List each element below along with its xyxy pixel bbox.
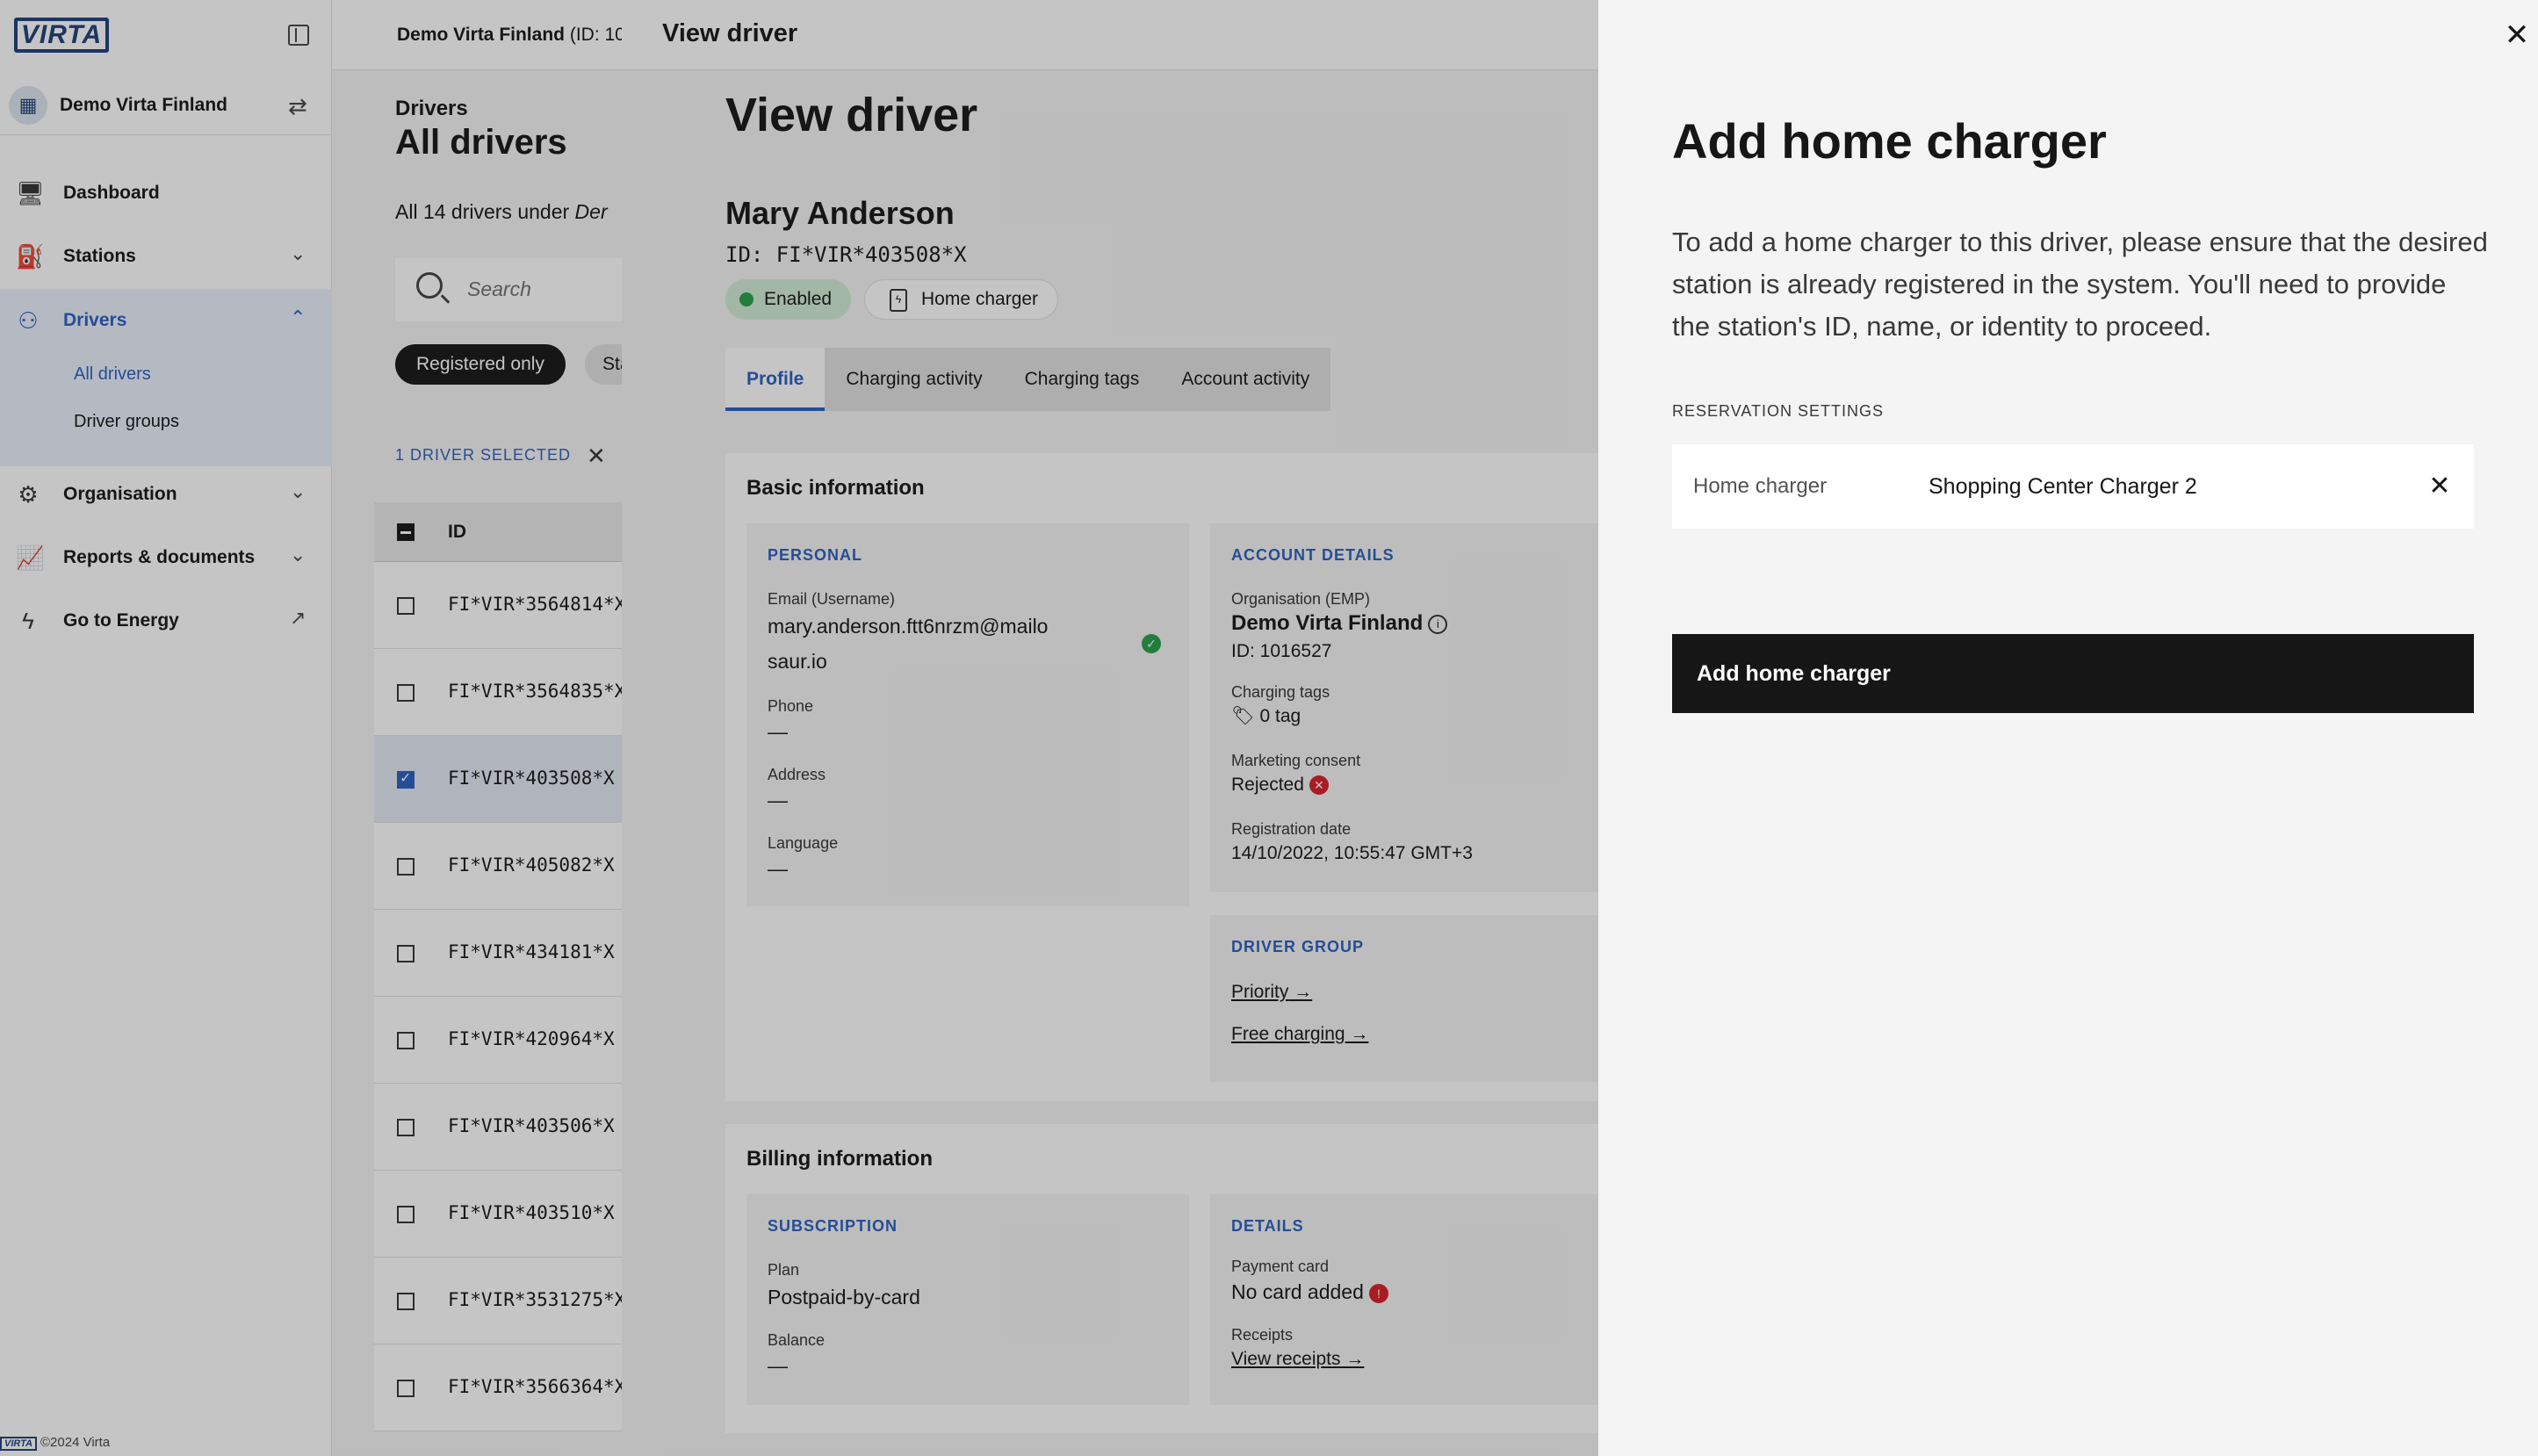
modal-backdrop[interactable] — [0, 0, 1598, 1456]
drawer-description: To add a home charger to this driver, pl… — [1672, 227, 2488, 342]
home-charger-input[interactable] — [1929, 465, 2394, 508]
home-charger-field: Home charger ✕ — [1672, 444, 2474, 529]
clear-input-icon[interactable]: ✕ — [2420, 467, 2459, 506]
add-home-charger-button[interactable]: Add home charger — [1672, 634, 2474, 713]
close-icon[interactable]: ✕ — [2499, 18, 2534, 53]
reservation-settings-label: RESERVATION SETTINGS — [1672, 402, 1885, 420]
add-home-charger-drawer: ✕ Add home charger To add a home charger… — [1598, 0, 2538, 1456]
home-charger-field-label: Home charger — [1693, 474, 1828, 498]
drawer-title: Add home charger — [1672, 113, 2107, 169]
